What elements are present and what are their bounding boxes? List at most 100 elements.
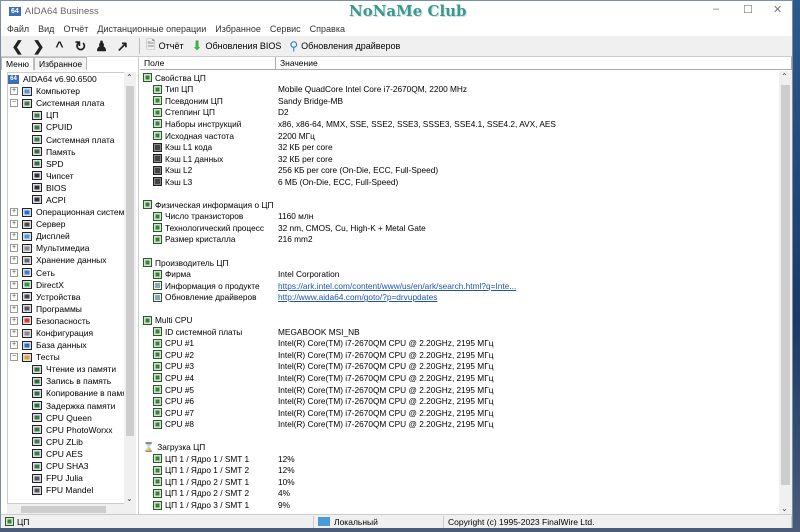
minimize-button[interactable]: –: [713, 3, 719, 15]
tree-item[interactable]: Чтение из памяти: [8, 363, 124, 375]
table-row[interactable]: CPU #5 Intel(R) Core(TM) i7-2670QM CPU @ …: [140, 384, 778, 396]
tree-item[interactable]: + Операционная система: [8, 206, 124, 218]
table-row[interactable]: ЦП 1 / Ядро 1 / SMT 2 12%: [140, 465, 778, 477]
table-row[interactable]: Тип ЦП Mobile QuadCore Intel Core i7-2670…: [140, 84, 778, 96]
report-button[interactable]: 🗎 Отчёт: [146, 36, 184, 57]
table-row[interactable]: Кэш L2 256 КБ per core (On-Die, ECC, Full…: [140, 164, 778, 176]
expand-icon[interactable]: +: [10, 292, 18, 301]
table-row[interactable]: Кэш L1 данных 32 КБ per core: [140, 153, 778, 165]
column-header-field[interactable]: Поле: [140, 57, 276, 69]
tree-item[interactable]: + Безопасность: [8, 315, 124, 327]
group-header[interactable]: Физическая информация о ЦП: [140, 199, 778, 211]
menu-help[interactable]: Справка: [310, 24, 345, 34]
group-header[interactable]: Multi CPU: [140, 314, 778, 326]
tree-item[interactable]: CPU SHA3: [8, 460, 124, 472]
up-icon[interactable]: ^: [49, 38, 70, 54]
tree-item[interactable]: CPUID: [8, 121, 124, 133]
table-row[interactable]: CPU #2 Intel(R) Core(TM) i7-2670QM CPU @ …: [140, 349, 778, 361]
table-row[interactable]: Фирма Intel Corporation: [140, 268, 778, 280]
tree-item[interactable]: CPU PhotoWorxx: [8, 424, 124, 436]
user-icon[interactable]: ♟: [91, 38, 112, 55]
table-row[interactable]: Степпинг ЦП D2: [140, 107, 778, 119]
expand-icon[interactable]: +: [10, 329, 18, 338]
table-row[interactable]: Размер кристалла 216 mm2: [140, 234, 778, 246]
tree-item[interactable]: + Программы: [8, 303, 124, 315]
tree-item[interactable]: CPU AES: [8, 448, 124, 460]
tree-item[interactable]: Память: [8, 146, 124, 158]
tree-item[interactable]: Чипсет: [8, 170, 124, 182]
table-row[interactable]: ЦП 1 / Ядро 1 / SMT 1 12%: [140, 453, 778, 465]
tree-item[interactable]: + DirectX: [8, 279, 124, 291]
table-row[interactable]: CPU #1 Intel(R) Core(TM) i7-2670QM CPU @ …: [140, 338, 778, 350]
table-row[interactable]: ЦП 1 / Ядро 2 / SMT 2 4%: [140, 488, 778, 500]
expand-icon[interactable]: +: [10, 304, 18, 313]
tree-item[interactable]: Копирование в памяти: [8, 387, 124, 399]
expand-icon[interactable]: +: [10, 87, 18, 96]
menu-remote[interactable]: Дистанционные операции: [97, 24, 206, 34]
tree-item[interactable]: Системная плата: [8, 133, 124, 145]
scrollbar-thumb[interactable]: [126, 86, 134, 436]
table-row[interactable]: Кэш L3 6 МБ (On-Die, ECC, Full-Speed): [140, 176, 778, 188]
expand-icon[interactable]: +: [10, 220, 18, 229]
scrollbar-thumb[interactable]: [781, 85, 790, 485]
tree-item[interactable]: − Тесты: [8, 351, 124, 363]
tree-item[interactable]: BIOS: [8, 182, 124, 194]
tree-item[interactable]: + Устройства: [8, 291, 124, 303]
tree-item[interactable]: Задержка памяти: [8, 400, 124, 412]
tree-item[interactable]: − Системная плата: [8, 97, 124, 109]
tree-vertical-scrollbar[interactable]: ⌃ ⌄: [124, 72, 136, 504]
table-row[interactable]: Технологический процесс 32 nm, CMOS, Cu, …: [140, 222, 778, 234]
details-vertical-scrollbar[interactable]: ⌃ ⌄: [779, 71, 792, 514]
menu-favorites[interactable]: Избранное: [215, 24, 261, 34]
tree-item[interactable]: + База данных: [8, 339, 124, 351]
tree-item[interactable]: Запись в память: [8, 375, 124, 387]
tree-item[interactable]: 64 AIDA64 v6.90.6500: [8, 73, 124, 85]
group-header[interactable]: ⌛ Загрузка ЦП: [140, 442, 778, 454]
table-row[interactable]: CPU #3 Intel(R) Core(TM) i7-2670QM CPU @ …: [140, 361, 778, 373]
tab-menu[interactable]: Меню: [1, 57, 34, 70]
table-row[interactable]: ID системной платы MEGABOOK MSI_NB: [140, 326, 778, 338]
menu-service[interactable]: Сервис: [270, 24, 301, 34]
expand-icon[interactable]: +: [10, 280, 18, 289]
expand-icon[interactable]: +: [10, 232, 18, 241]
table-row[interactable]: ЦП 1 / Ядро 2 / SMT 1 10%: [140, 476, 778, 488]
table-row[interactable]: ЦП 1 / Ядро 3 / SMT 1 9%: [140, 499, 778, 511]
value-link[interactable]: http://www.aida64.com/goto/?p=drvupdates: [276, 292, 437, 302]
tree-item[interactable]: + Дисплей: [8, 230, 124, 242]
table-row[interactable]: Обновление драйверов http://www.aida64.co…: [140, 291, 778, 303]
expand-icon[interactable]: +: [10, 256, 18, 265]
tree-item[interactable]: + Сеть: [8, 267, 124, 279]
tree-item[interactable]: + Хранение данных: [8, 254, 124, 266]
value-link[interactable]: https://ark.intel.com/content/www/us/en/…: [276, 281, 516, 291]
table-row[interactable]: Число транзисторов 1160 млн: [140, 211, 778, 223]
collapse-icon[interactable]: −: [10, 99, 18, 108]
menu-file[interactable]: Файл: [7, 24, 29, 34]
table-row[interactable]: Кэш L1 кода 32 КБ per core: [140, 141, 778, 153]
expand-icon[interactable]: +: [10, 208, 18, 217]
scroll-down-icon[interactable]: ⌄: [781, 504, 788, 513]
menu-view[interactable]: Вид: [38, 24, 54, 34]
menu-report[interactable]: Отчёт: [63, 24, 88, 34]
tree-item[interactable]: ACPI: [8, 194, 124, 206]
tree-item[interactable]: SPD: [8, 158, 124, 170]
collapse-icon[interactable]: −: [10, 353, 18, 362]
group-header[interactable]: Свойства ЦП: [140, 72, 778, 84]
scroll-up-icon[interactable]: ⌃: [781, 72, 788, 81]
close-button[interactable]: ✕: [773, 3, 782, 16]
maximize-button[interactable]: ☐: [743, 3, 753, 16]
tree-item[interactable]: + Сервер: [8, 218, 124, 230]
scroll-up-icon[interactable]: ⌃: [126, 73, 133, 82]
expand-icon[interactable]: +: [10, 244, 18, 253]
expand-icon[interactable]: +: [10, 316, 18, 325]
tree-item[interactable]: FPU Mandel: [8, 484, 124, 496]
group-header[interactable]: Производитель ЦП: [140, 257, 778, 269]
tab-favorites[interactable]: Избранное: [33, 57, 88, 70]
table-row[interactable]: Псевдоним ЦП Sandy Bridge-MB: [140, 95, 778, 107]
table-row[interactable]: CPU #8 Intel(R) Core(TM) i7-2670QM CPU @ …: [140, 418, 778, 430]
table-row[interactable]: Информация о продукте https://ark.intel.c…: [140, 280, 778, 292]
tree-item[interactable]: CPU Queen: [8, 412, 124, 424]
driver-update-button[interactable]: ⚲ Обновления драйверов: [289, 39, 400, 53]
back-icon[interactable]: ❮: [7, 38, 28, 55]
bios-update-button[interactable]: ⬇ Обновления BIOS: [192, 38, 282, 54]
expand-icon[interactable]: +: [10, 268, 18, 277]
